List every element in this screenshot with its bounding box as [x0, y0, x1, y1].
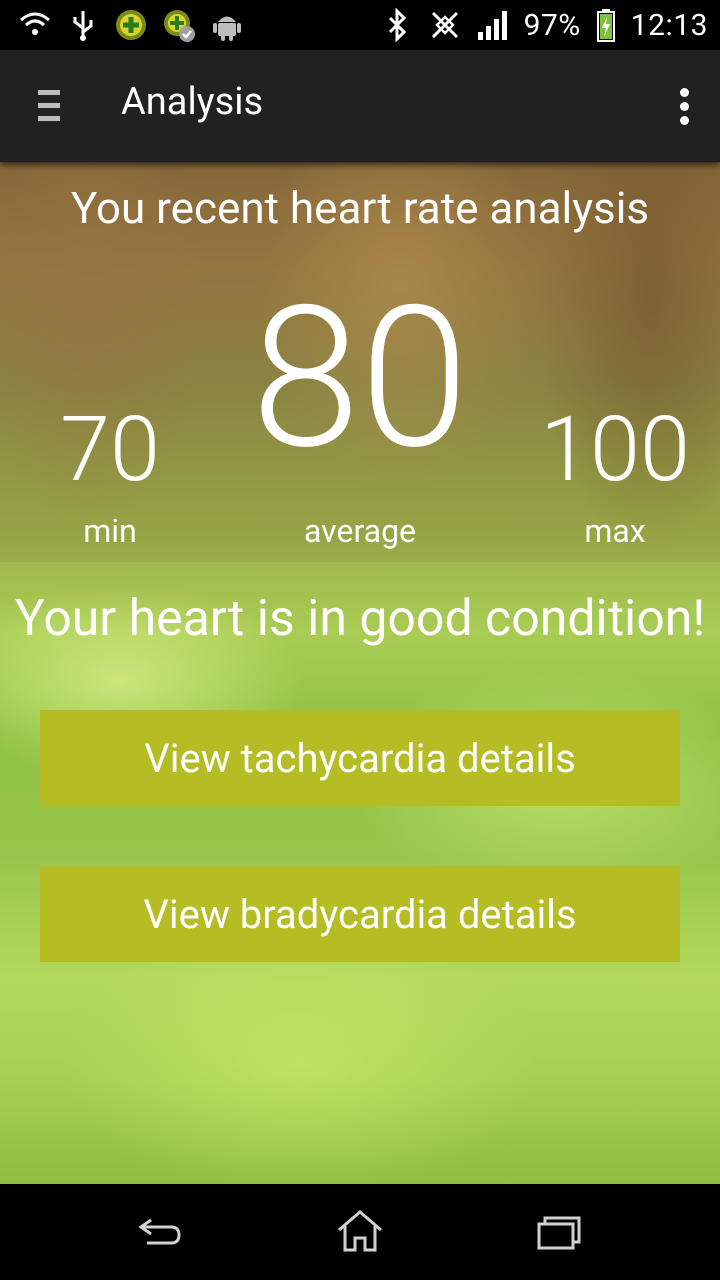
- bluetooth-icon: [380, 8, 414, 42]
- battery-percent: 97%: [523, 7, 581, 43]
- heart-condition-message: Your heart is in good condition!: [14, 590, 706, 648]
- average-label: average: [304, 512, 416, 550]
- recent-apps-icon[interactable]: [535, 1208, 585, 1254]
- wifi-question-icon: [18, 8, 52, 42]
- battery-charging-icon: [595, 8, 617, 42]
- status-bar: 97% 12:13: [0, 0, 720, 50]
- overflow-menu-icon[interactable]: [674, 88, 694, 128]
- navigation-bar: [0, 1184, 720, 1280]
- drawer-menu-icon[interactable]: [38, 90, 60, 124]
- signal-icon: [476, 8, 510, 42]
- min-label: min: [83, 512, 137, 550]
- home-icon[interactable]: [335, 1208, 385, 1254]
- max-label: max: [584, 512, 646, 550]
- heart-rate-stats-panel: You recent heart rate analysis 70 80 100…: [0, 162, 720, 562]
- status-bar-system: 97% 12:13: [380, 7, 708, 43]
- average-heart-rate-value: 80: [251, 263, 469, 493]
- clock: 12:13: [630, 7, 708, 43]
- max-heart-rate-value: 100: [540, 397, 690, 502]
- action-bar: Analysis: [0, 50, 720, 162]
- game-plus-icon: [114, 8, 148, 42]
- analysis-content: You recent heart rate analysis 70 80 100…: [0, 162, 720, 1184]
- analysis-headline: You recent heart rate analysis: [70, 182, 650, 234]
- android-icon: [210, 8, 244, 42]
- back-icon[interactable]: [135, 1208, 185, 1254]
- page-title: Analysis: [121, 80, 264, 124]
- usb-icon: [66, 8, 100, 42]
- view-bradycardia-button[interactable]: View bradycardia details: [40, 866, 680, 962]
- nfc-icon: [428, 8, 462, 42]
- view-tachycardia-button[interactable]: View tachycardia details: [40, 710, 680, 806]
- game-check-icon: [162, 8, 196, 42]
- status-bar-notifications: [18, 8, 244, 42]
- min-heart-rate-value: 70: [60, 397, 160, 502]
